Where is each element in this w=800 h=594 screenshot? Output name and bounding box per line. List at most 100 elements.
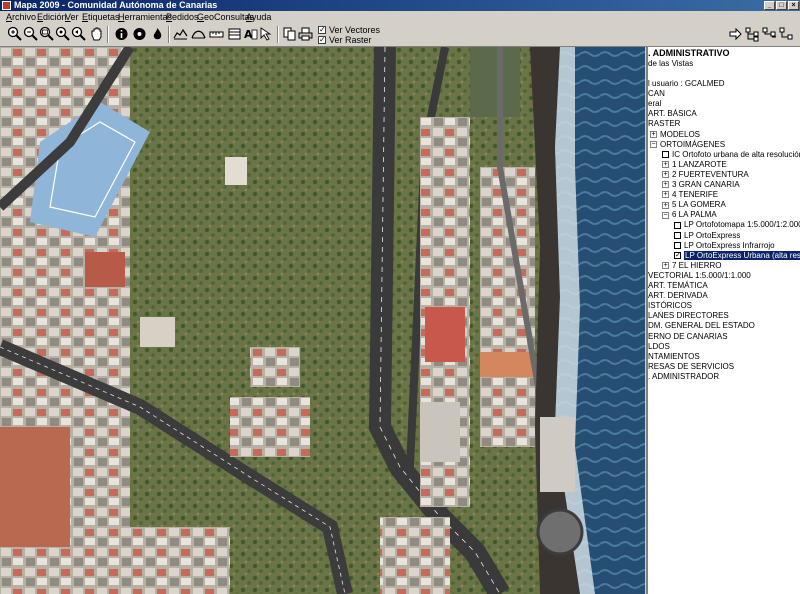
tree-item-label: 3 GRAN CANARIA — [672, 180, 740, 189]
menu-ver[interactable]: Ver — [65, 12, 79, 22]
print-icon[interactable] — [298, 26, 313, 42]
tree-item[interactable]: RASTER — [648, 119, 680, 129]
tree-item-label: 6 LA PALMA — [672, 210, 717, 220]
tree-item-label: IC Ortofoto urbana de alta resolución (S… — [672, 149, 800, 159]
tree-item[interactable]: IC Ortofoto urbana de alta resolución (S… — [662, 150, 800, 160]
tree-expand-icon[interactable]: − — [650, 140, 657, 148]
pan-hand-icon[interactable] — [89, 26, 104, 42]
zoom-previous-icon[interactable] — [71, 26, 86, 42]
menu-herramientas[interactable]: Herramientas — [118, 12, 172, 22]
menu-bar: Archivo Edición Ver Etiquetas Herramient… — [0, 11, 800, 23]
tree-item[interactable]: LDOS — [648, 342, 670, 352]
tree-item[interactable]: ART. DERIVADA — [648, 291, 708, 301]
tree-item-label: NTAMIENTOS — [648, 351, 700, 361]
pointer-icon[interactable] — [258, 26, 273, 42]
tree-item-label: LP OrtoExpress — [684, 230, 741, 240]
tree-item-label: LP OrtoExpress Infrarrojo — [684, 240, 775, 250]
panel-title: . ADMINISTRATIVO — [648, 48, 730, 58]
maximize-icon[interactable]: □ — [776, 1, 787, 10]
tree-icon[interactable] — [745, 26, 760, 42]
tree-expand-icon[interactable]: + — [662, 171, 669, 179]
layer-checkbox[interactable] — [674, 231, 681, 239]
tree-item[interactable]: RESAS DE SERVICIOS — [648, 362, 734, 372]
tree-expand-icon[interactable]: + — [662, 201, 669, 209]
menu-edicion[interactable]: Edición — [37, 12, 67, 22]
tree-item-label: ERNO DE CANARIAS — [648, 331, 728, 341]
ver-vectores-check[interactable]: ✓ — [318, 26, 326, 34]
tree-item[interactable]: ART. TEMÁTICA — [648, 281, 708, 291]
tree-item[interactable]: . ADMINISTRADOR — [648, 372, 719, 382]
tree-item-label: 1 LANZAROTE — [672, 159, 727, 169]
tree-item[interactable]: NTAMIENTOS — [648, 352, 700, 362]
profile-icon[interactable] — [173, 26, 188, 42]
locate-icon[interactable] — [132, 26, 147, 42]
tree-item-label: . ADMINISTRADOR — [648, 371, 720, 381]
tree-item[interactable]: + MODELOS — [650, 130, 700, 140]
zoom-out-icon[interactable] — [23, 26, 38, 42]
tree-item[interactable]: +1 LANZAROTE — [662, 160, 727, 170]
tree-item[interactable]: ISTÓRICOS — [648, 301, 692, 311]
layer-checkbox[interactable]: ✓ — [674, 252, 681, 260]
tree-item[interactable]: − ORTOIMÁGENES — [650, 140, 725, 150]
app-icon — [2, 1, 11, 10]
close-icon[interactable]: × — [788, 1, 799, 10]
tree-item[interactable]: −6 LA PALMA — [662, 210, 717, 220]
tree-item-label: l usuario : GCALMED — [648, 79, 725, 88]
info-icon[interactable] — [114, 26, 129, 42]
tree-item[interactable]: +2 FUERTEVENTURA — [662, 170, 749, 180]
tree-item[interactable]: +7 EL HIERRO — [662, 261, 722, 271]
layer-checkbox[interactable] — [674, 241, 681, 249]
tree-item-label: 2 FUERTEVENTURA — [672, 169, 749, 179]
menu-etiquetas[interactable]: Etiquetas — [82, 12, 120, 22]
tree-item[interactable]: LANES DIRECTORES — [648, 311, 729, 321]
minimize-icon[interactable]: _ — [764, 1, 775, 10]
tree-item-label: ART. DERIVADA — [648, 291, 708, 301]
ver-raster-checkbox[interactable]: ✓ Ver Raster — [318, 35, 468, 45]
fire-icon[interactable] — [150, 26, 165, 42]
sheet-icon[interactable] — [227, 26, 242, 42]
tree-item[interactable]: DM. GENERAL DEL ESTADO — [648, 321, 755, 331]
tree-item[interactable]: +5 LA GOMERA — [662, 200, 726, 210]
tree-item[interactable]: ART. BÁSICA — [648, 109, 697, 119]
tree-item[interactable]: VECTORIAL 1:5.000/1:1.000 — [648, 271, 751, 281]
label-icon[interactable]: A — [243, 26, 258, 42]
orthophoto-map[interactable] — [0, 47, 645, 594]
tree-icon[interactable] — [762, 26, 777, 42]
layer-checkbox[interactable] — [674, 221, 681, 229]
layer-checkbox[interactable] — [662, 151, 669, 159]
tree-item[interactable]: LP Ortofotomapa 1:5.000/1:2.000 — [674, 220, 800, 230]
tree-item[interactable]: l usuario : GCALMED — [648, 79, 724, 89]
tree-item-label: LDOS — [648, 341, 670, 351]
zoom-extent-icon[interactable] — [55, 26, 70, 42]
menu-pedidos[interactable]: Pedidos — [166, 12, 199, 22]
tree-item[interactable]: CAN — [648, 89, 665, 99]
ruler-icon[interactable] — [209, 26, 224, 42]
forward-arrow-icon[interactable] — [728, 26, 743, 42]
ver-vectores-checkbox[interactable]: ✓ Ver Vectores — [318, 25, 468, 35]
window-title: Mapa 2009 - Comunidad Autónoma de Canari… — [14, 0, 218, 10]
toolbar-separator — [277, 26, 279, 43]
tree-icon[interactable] — [779, 26, 794, 42]
tree-expand-icon[interactable]: + — [650, 130, 657, 138]
area-measure-icon[interactable] — [191, 26, 206, 42]
tree-expand-icon[interactable]: + — [662, 191, 669, 199]
tree-item[interactable]: ERNO DE CANARIAS — [648, 332, 728, 342]
menu-archivo[interactable]: Archivo — [6, 12, 36, 22]
tree-item[interactable]: LP OrtoExpress — [674, 231, 740, 241]
tree-item[interactable]: eral — [648, 99, 661, 109]
map-view[interactable] — [0, 47, 645, 594]
tree-expand-icon[interactable]: + — [662, 181, 669, 189]
zoom-in-icon[interactable] — [7, 26, 22, 42]
copy-icon[interactable] — [282, 26, 297, 42]
menu-ayuda[interactable]: Ayuda — [246, 12, 271, 22]
tree-expand-icon[interactable]: + — [662, 161, 669, 169]
tree-item[interactable]: ✓LP OrtoExpress Urbana (alta resolución — [674, 250, 800, 261]
tree-item[interactable]: +4 TENERIFE — [662, 190, 718, 200]
zoom-window-icon[interactable] — [39, 26, 54, 42]
tree-expand-icon[interactable]: + — [662, 262, 669, 270]
tree-expand-icon[interactable]: − — [662, 211, 669, 219]
tree-item[interactable]: LP OrtoExpress Infrarrojo — [674, 241, 775, 251]
tree-item[interactable]: +3 GRAN CANARIA — [662, 180, 740, 190]
ver-raster-check[interactable]: ✓ — [318, 36, 326, 44]
layers-panel: . ADMINISTRATIVO de las Vistas l usuario… — [646, 47, 800, 594]
